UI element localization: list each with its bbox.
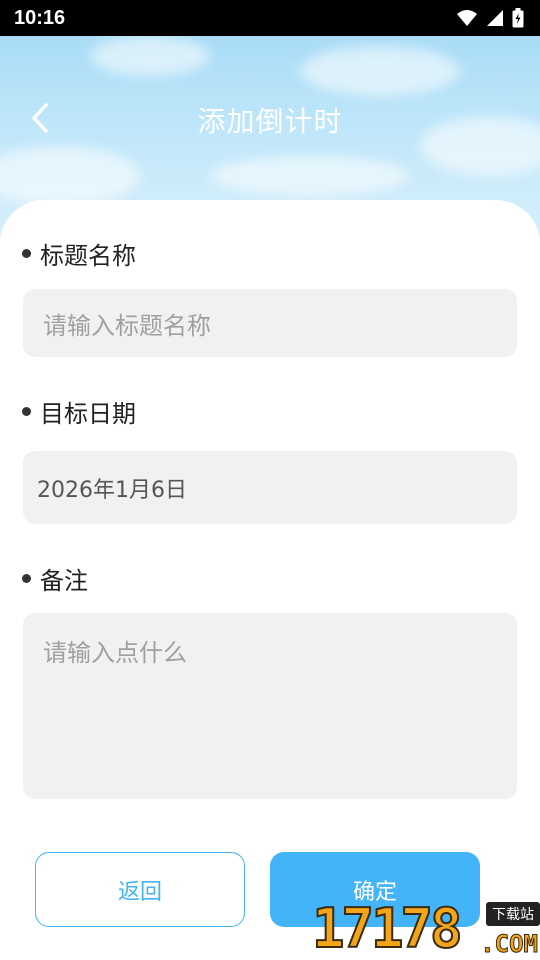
date-value: 2026年1月6日 [37,477,187,503]
watermark-logo: 17178 下载站 .COM [311,897,540,960]
cloud-decoration [210,156,410,196]
status-time: 10:16 [14,6,66,29]
status-icons [456,8,524,28]
page-title: 添加倒计时 [197,105,343,138]
cloud-decoration [90,36,210,76]
note-label-text: 备注 [40,567,88,595]
status-bar: 10:16 [0,0,540,36]
title-field-label: 标题名称 [22,236,136,271]
note-textarea[interactable]: 请输入点什么 [23,613,517,799]
date-picker-field[interactable]: 2026年1月6日 [23,451,517,524]
date-field-label: 目标日期 [22,394,136,429]
watermark-tag: 下载站 [486,902,540,926]
signal-icon [486,9,504,27]
date-label-text: 目标日期 [40,400,136,428]
bullet-dot [22,407,31,416]
note-field-label: 备注 [22,561,88,596]
battery-charging-icon [512,8,524,28]
back-button[interactable]: 返回 [35,852,245,927]
title-label-text: 标题名称 [40,242,136,270]
cloud-decoration [0,146,140,206]
bullet-dot [22,249,31,258]
wifi-icon [456,9,478,27]
watermark-number: 17178 [311,897,464,960]
note-textarea-placeholder: 请输入点什么 [43,639,187,667]
title-input-placeholder: 请输入标题名称 [43,311,211,340]
cloud-decoration [300,46,460,96]
title-input[interactable]: 请输入标题名称 [23,289,517,357]
bullet-dot [22,574,31,583]
watermark-suffix: .COM [480,930,539,959]
